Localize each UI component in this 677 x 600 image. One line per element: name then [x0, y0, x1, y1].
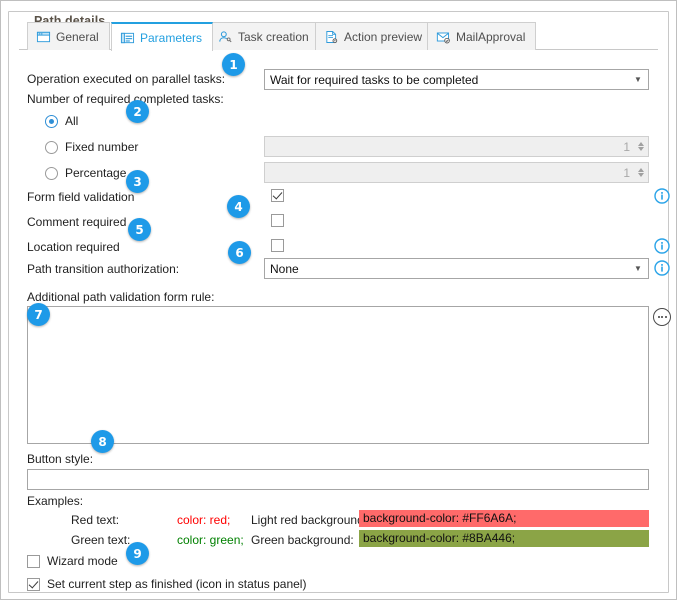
- example-left-code: color: green;: [177, 533, 244, 547]
- comment-required-label: Comment required: [27, 215, 127, 229]
- annotation-badge-8: 8: [91, 430, 114, 453]
- tab-task-creation[interactable]: Task creation: [209, 22, 320, 50]
- document-gear-icon: [326, 30, 338, 43]
- info-icon[interactable]: [654, 188, 670, 204]
- tab-strip: General Parameters Task creation Action …: [19, 22, 658, 51]
- form-field-validation-checkbox[interactable]: [271, 189, 284, 202]
- tab-label: Action preview: [344, 29, 423, 44]
- parameters-panel: Operation executed on parallel tasks: Wa…: [19, 50, 671, 591]
- set-finished-checkbox[interactable]: [27, 577, 40, 591]
- radio-indicator: [45, 140, 58, 154]
- tab-parameters[interactable]: Parameters: [111, 22, 214, 51]
- percentage-stepper[interactable]: 1: [264, 162, 649, 183]
- operation-executed-label: Operation executed on parallel tasks:: [27, 72, 226, 86]
- operation-executed-value: Wait for required tasks to be completed: [270, 72, 479, 87]
- example-right-code-swatch: background-color: #8BA446;: [359, 530, 649, 547]
- form-fields-icon: [120, 32, 135, 43]
- radio-indicator: [45, 114, 58, 128]
- path-transition-authorization-dropdown[interactable]: None ▼: [264, 258, 649, 279]
- fixed-number-stepper[interactable]: 1: [264, 136, 649, 157]
- operation-executed-dropdown[interactable]: Wait for required tasks to be completed …: [264, 69, 649, 90]
- path-transition-authorization-value: None: [270, 261, 299, 276]
- window-icon: [36, 31, 51, 42]
- path-details-groupbox: Path details General Parameters Task cre…: [8, 11, 671, 593]
- wizard-mode-label: Wizard mode: [47, 554, 118, 568]
- annotation-badge-9: 9: [126, 542, 149, 565]
- dot: [657, 316, 660, 318]
- additional-rule-label: Additional path validation form rule:: [27, 290, 215, 304]
- screenshot-root: Path details General Parameters Task cre…: [0, 0, 677, 600]
- chevron-down-icon: ▼: [634, 263, 642, 273]
- location-required-checkbox[interactable]: [271, 239, 284, 252]
- percentage-value: 1: [623, 165, 630, 180]
- annotation-badge-3: 3: [126, 170, 149, 193]
- example-right-code-swatch: background-color: #FF6A6A;: [359, 510, 649, 527]
- chevron-down-icon: ▼: [634, 74, 642, 84]
- button-style-label: Button style:: [27, 452, 94, 466]
- user-task-icon: [219, 30, 232, 42]
- info-icon[interactable]: [654, 260, 670, 276]
- tab-label: MailApproval: [456, 29, 526, 44]
- radio-fixed-number[interactable]: Fixed number: [45, 140, 138, 154]
- radio-percentage-label: Percentage: [65, 166, 127, 180]
- radio-fixed-number-label: Fixed number: [65, 140, 139, 154]
- radio-all[interactable]: All: [45, 114, 78, 128]
- examples-title: Examples:: [27, 494, 84, 508]
- comment-required-checkbox[interactable]: [271, 214, 284, 227]
- example-left-label: Red text:: [71, 513, 120, 527]
- example-right-label: Green background:: [251, 533, 354, 547]
- example-left-label: Green text:: [71, 533, 131, 547]
- mail-check-icon: [436, 32, 450, 43]
- stepper-arrows[interactable]: [634, 163, 647, 182]
- wizard-mode-checkbox-row[interactable]: Wizard mode: [27, 554, 118, 568]
- dot: [661, 316, 663, 318]
- radio-all-label: All: [65, 114, 79, 128]
- form-field-validation-label: Form field validation: [27, 190, 135, 204]
- tab-label: Task creation: [238, 29, 309, 44]
- dot: [664, 316, 667, 318]
- annotation-badge-4: 4: [227, 195, 250, 218]
- radio-percentage[interactable]: Percentage: [45, 166, 126, 180]
- wizard-mode-checkbox[interactable]: [27, 554, 40, 568]
- example-left-code: color: red;: [177, 513, 231, 527]
- stepper-arrows[interactable]: [634, 137, 647, 156]
- annotation-badge-1: 1: [222, 53, 245, 76]
- info-icon[interactable]: [654, 238, 670, 254]
- set-finished-checkbox-row[interactable]: Set current step as finished (icon in st…: [27, 577, 306, 591]
- fixed-number-value: 1: [623, 139, 630, 154]
- annotation-badge-7: 7: [27, 303, 50, 326]
- annotation-badge-2: 2: [126, 100, 149, 123]
- button-style-input[interactable]: [27, 469, 649, 490]
- set-finished-label: Set current step as finished (icon in st…: [47, 577, 307, 591]
- more-options-button[interactable]: [653, 308, 671, 326]
- tab-general[interactable]: General: [27, 22, 110, 50]
- tab-action-preview[interactable]: Action preview: [315, 22, 434, 50]
- tab-mailapproval[interactable]: MailApproval: [427, 22, 537, 50]
- radio-indicator: [45, 166, 58, 180]
- additional-rule-textarea[interactable]: [27, 306, 649, 444]
- path-transition-authorization-label: Path transition authorization:: [27, 262, 180, 276]
- annotation-badge-5: 5: [128, 218, 151, 241]
- location-required-label: Location required: [27, 240, 120, 254]
- tab-label: Parameters: [140, 30, 203, 45]
- required-tasks-label: Number of required completed tasks:: [27, 92, 224, 106]
- annotation-badge-6: 6: [228, 241, 251, 264]
- tab-label: General: [56, 29, 99, 44]
- example-right-label: Light red background:: [251, 513, 368, 527]
